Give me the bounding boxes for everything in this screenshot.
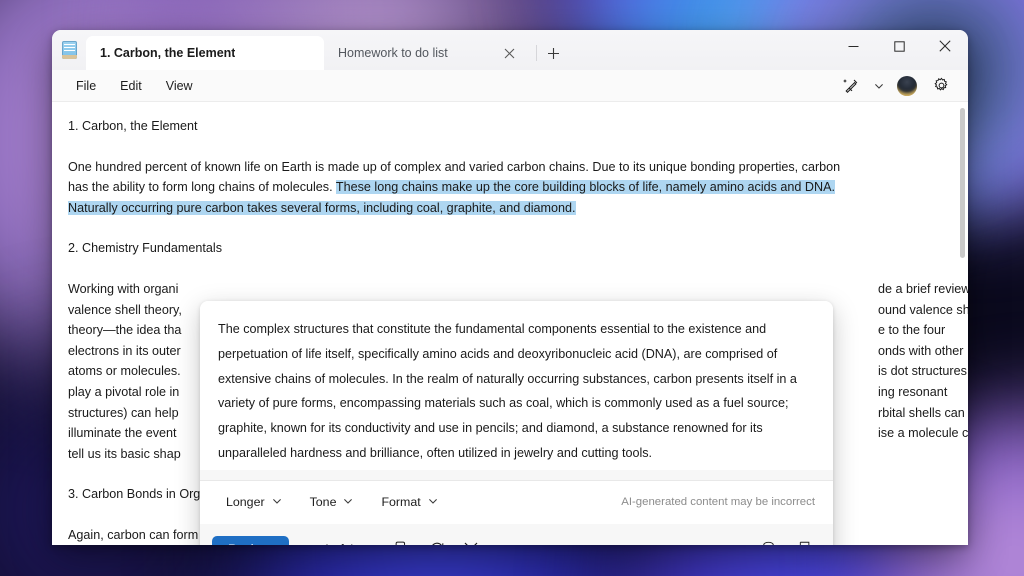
titlebar: 1. Carbon, the Element Homework to do li… (52, 30, 968, 70)
document-paragraph-line: One hundred percent of known life on Ear… (68, 159, 841, 174)
vertical-scrollbar[interactable] (960, 108, 965, 258)
refresh-icon[interactable] (422, 535, 452, 545)
desktop-background: 1. Carbon, the Element Homework to do li… (0, 0, 1024, 576)
document-paragraph-line: has the ability to form long chains of m… (68, 177, 948, 198)
tab-homework-to-do-list[interactable]: Homework to do list (324, 36, 534, 70)
text-segment-left: play a pivotal role in (68, 384, 180, 399)
chevron-down-icon (343, 495, 353, 509)
text-segment-right: ing resonant (878, 384, 948, 399)
menu-edit[interactable]: Edit (108, 75, 154, 97)
tone-dropdown-label: Tone (309, 495, 337, 510)
selected-text: Naturally occurring pure carbon takes se… (68, 200, 576, 215)
tab-label: 1. Carbon, the Element (100, 46, 236, 60)
text-segment-left: tell us its basic shap (68, 446, 181, 461)
text-segment-right: e to the four (878, 323, 946, 338)
format-dropdown-label: Format (381, 495, 421, 510)
length-dropdown[interactable]: Longer (218, 491, 290, 513)
text-segment-right: is dot structures (878, 364, 967, 379)
length-dropdown-label: Longer (226, 495, 265, 510)
triangle-left-icon[interactable] (293, 536, 317, 545)
text-segment-right: rbital shells can help (878, 405, 968, 420)
replace-button[interactable]: Replace (212, 535, 290, 545)
text-segment-right: onds with other (878, 343, 964, 358)
document-heading-2: 2. Chemistry Fundamentals (68, 241, 222, 256)
text-plain: has the ability to form long chains of m… (68, 180, 336, 195)
menubar: File Edit View (52, 70, 968, 102)
chevron-down-icon[interactable] (870, 73, 888, 99)
document-paragraph-line: Naturally occurring pure carbon takes se… (68, 198, 948, 219)
text-segment-left: valence shell theory, (68, 302, 182, 317)
selected-text: These long chains make up the core build… (335, 180, 836, 195)
plus-icon[interactable] (539, 39, 567, 67)
ai-generated-text-container: The complex structures that constitute t… (200, 301, 833, 470)
notepad-window: 1. Carbon, the Element Homework to do li… (52, 30, 968, 545)
text-segment-left: theory—the idea tha (68, 323, 182, 338)
text-segment-left: structures) can help (68, 405, 179, 420)
document-editor[interactable]: 1. Carbon, the Element One hundred perce… (52, 102, 968, 545)
text-segment-left: illuminate the event (68, 426, 177, 441)
minimize-icon[interactable] (830, 30, 876, 62)
triangle-right-icon[interactable] (360, 536, 384, 545)
ai-generated-text: The complex structures that constitute t… (218, 322, 797, 460)
chevron-down-icon (428, 495, 438, 509)
user-avatar[interactable] (897, 75, 917, 96)
ai-rewrite-popup: The complex structures that constitute t… (200, 301, 833, 545)
document-paragraph-line: Working with organi de a brief review of (68, 279, 968, 300)
chevron-down-icon (272, 495, 282, 509)
text-segment-left: Working with organi (68, 281, 179, 296)
page-indicator: 1 of 4 (321, 542, 356, 545)
maximize-icon[interactable] (876, 30, 922, 62)
copy-icon[interactable] (388, 535, 418, 545)
tab-carbon-the-element[interactable]: 1. Carbon, the Element (86, 36, 324, 70)
tab-strip: 1. Carbon, the Element Homework to do li… (86, 30, 830, 70)
document-heading-1: 1. Carbon, the Element (68, 119, 198, 133)
ai-actions-right (753, 535, 819, 545)
ai-disclaimer: AI-generated content may be incorrect (621, 496, 815, 509)
menubar-right-tools (836, 73, 960, 99)
tab-label: Homework to do list (338, 46, 448, 60)
coins-icon[interactable] (753, 535, 783, 545)
text-segment-right: ise a molecule can (878, 426, 968, 441)
magic-pen-icon[interactable] (836, 73, 866, 99)
ai-actions-bar: Replace 1 of 4 (200, 523, 833, 545)
menu-view[interactable]: View (154, 75, 205, 97)
text-segment-right: ound valence shell (878, 302, 968, 317)
ai-options-bar: Longer Tone Format AI-generated content … (200, 479, 833, 524)
text-segment-left: electrons in its outer (68, 343, 181, 358)
close-icon[interactable] (456, 535, 486, 545)
close-icon[interactable] (922, 30, 968, 62)
tab-divider (536, 45, 537, 61)
flag-icon[interactable] (789, 535, 819, 545)
tone-dropdown[interactable]: Tone (302, 491, 362, 513)
window-controls (830, 30, 968, 70)
format-dropdown[interactable]: Format (373, 491, 445, 513)
text-segment-left: atoms or molecules. (68, 364, 181, 379)
text-segment-right: de a brief review of (878, 281, 968, 296)
notepad-icon (52, 30, 86, 70)
menu-file[interactable]: File (64, 75, 108, 97)
close-icon[interactable] (498, 42, 520, 64)
gear-icon[interactable] (926, 73, 956, 99)
